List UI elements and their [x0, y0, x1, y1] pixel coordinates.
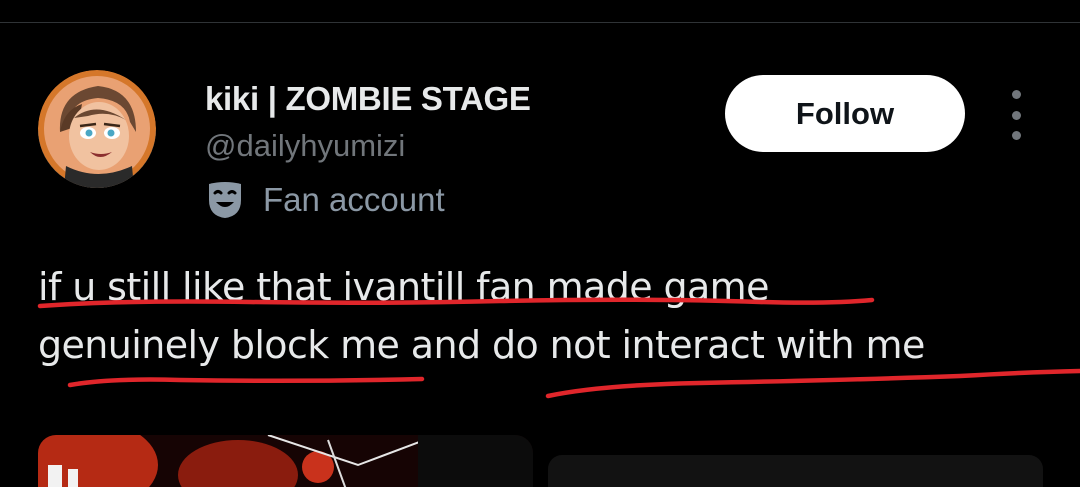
- affiliation-badge: Fan account: [205, 178, 445, 222]
- post-text-line: if u still like that ivantill fan made g…: [38, 265, 769, 309]
- post-text-line: genuinely block me and do not interact w…: [38, 323, 925, 367]
- media-thumbnail[interactable]: [548, 455, 1043, 487]
- handdrawn-underline-annotation: [37, 297, 1080, 399]
- post-text: if u still like that ivantill fan made g…: [38, 258, 1078, 374]
- more-dot: [1011, 110, 1021, 120]
- media-thumbnail[interactable]: [38, 435, 533, 487]
- avatar-image: [38, 70, 156, 188]
- affiliation-label: Fan account: [263, 181, 445, 218]
- follow-button[interactable]: Follow: [725, 75, 965, 152]
- media-image: [38, 435, 533, 487]
- more-dot: [1011, 90, 1021, 99]
- author-avatar[interactable]: [38, 70, 156, 188]
- theater-mask-icon: [209, 182, 241, 218]
- more-vertical-icon[interactable]: [998, 90, 1034, 140]
- more-dot: [1011, 131, 1021, 140]
- divider: [0, 22, 1080, 23]
- post-view: kiki | ZOMBIE STAGE @dailyhyumizi Fan ac…: [0, 0, 1080, 487]
- author-handle[interactable]: @dailyhyumizi: [205, 128, 405, 164]
- author-display-name[interactable]: kiki | ZOMBIE STAGE: [205, 80, 531, 118]
